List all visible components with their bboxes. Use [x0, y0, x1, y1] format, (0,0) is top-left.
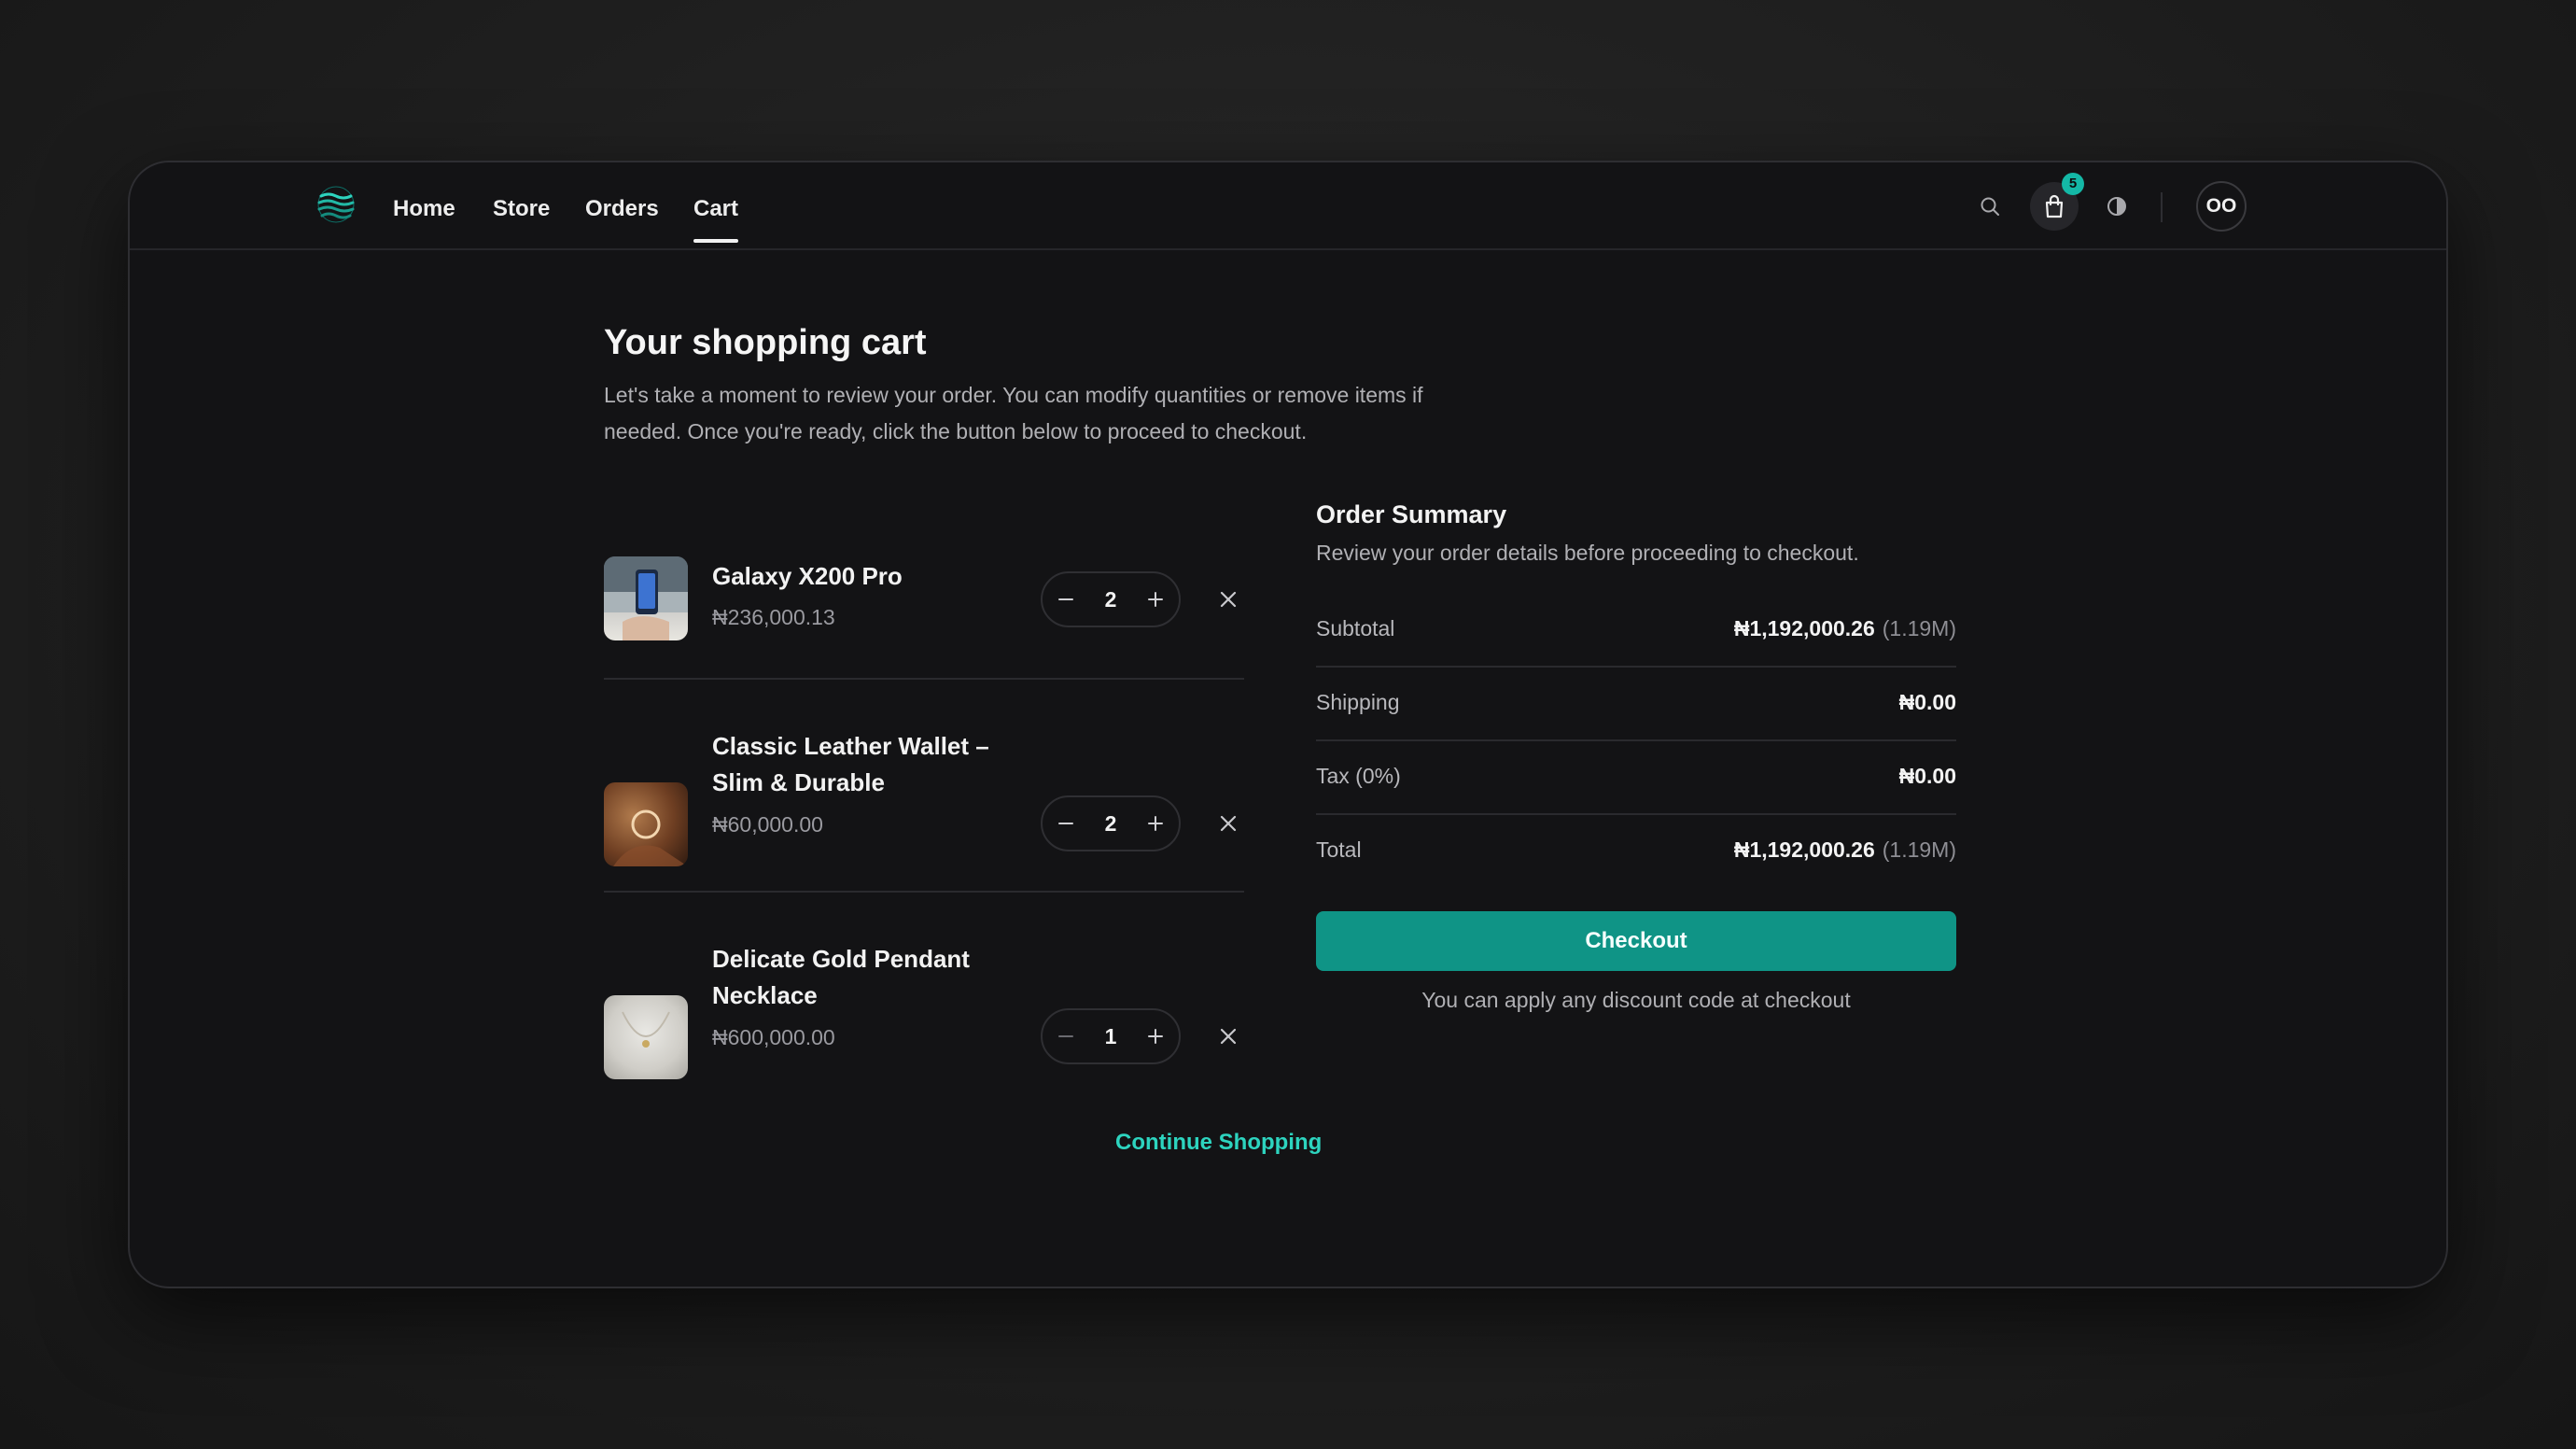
increase-quantity-button[interactable]	[1132, 797, 1179, 850]
summary-label: Total	[1316, 837, 1362, 862]
quantity-value: 1	[1104, 1024, 1117, 1048]
minus-icon	[1058, 598, 1073, 600]
quantity-value: 2	[1104, 811, 1117, 836]
summary-value-compact: (1.19M)	[1882, 616, 1956, 640]
plus-icon	[1148, 592, 1163, 607]
remove-item-button[interactable]	[1214, 1022, 1242, 1050]
item-name: Delicate Gold Pendant Necklace	[712, 945, 970, 1009]
quantity-stepper: 2	[1041, 571, 1181, 627]
decrease-quantity-button[interactable]	[1043, 1010, 1089, 1062]
product-thumbnail[interactable]	[604, 556, 688, 640]
decrease-quantity-button[interactable]	[1043, 573, 1089, 626]
theme-toggle-button[interactable]	[2093, 182, 2141, 231]
nav-divider	[2161, 192, 2163, 222]
quantity-stepper: 2	[1041, 795, 1181, 851]
cart-button[interactable]: 5	[2030, 173, 2084, 231]
item-divider	[604, 891, 1244, 893]
minus-icon	[1058, 823, 1073, 824]
minus-icon	[1058, 1035, 1073, 1037]
search-button[interactable]	[1966, 182, 2014, 231]
summary-label: Tax (0%)	[1316, 764, 1401, 788]
item-price: ₦236,000.13	[712, 605, 835, 629]
item-name: Classic Leather Wallet – Slim & Durable	[712, 732, 989, 796]
order-summary-description: Review your order details before proceed…	[1316, 541, 1859, 565]
checkout-button[interactable]: Checkout	[1316, 911, 1956, 971]
increase-quantity-button[interactable]	[1132, 1010, 1179, 1062]
summary-value: ₦1,192,000.26 (1.19M)	[1733, 837, 1956, 862]
order-summary-title: Order Summary	[1316, 500, 1507, 528]
decrease-quantity-button[interactable]	[1043, 797, 1089, 850]
continue-shopping-link[interactable]: Continue Shopping	[1115, 1130, 1322, 1156]
close-icon	[1220, 1028, 1237, 1045]
nav-store-link[interactable]: Store	[493, 190, 550, 228]
increase-quantity-button[interactable]	[1132, 573, 1179, 626]
summary-value: ₦0.00	[1898, 690, 1956, 714]
remove-item-button[interactable]	[1214, 809, 1242, 837]
item-divider	[604, 678, 1244, 680]
summary-value: ₦0.00	[1898, 764, 1956, 788]
summary-value-compact: (1.19M)	[1882, 837, 1956, 862]
summary-label: Subtotal	[1316, 616, 1395, 640]
page-title: Your shopping cart	[604, 323, 927, 362]
item-price: ₦60,000.00	[712, 812, 823, 837]
nav-cart-link[interactable]: Cart	[693, 190, 739, 243]
summary-value: ₦1,192,000.26 (1.19M)	[1733, 616, 1956, 640]
top-navigation-bar: Home Store Orders Cart 5 OO	[130, 162, 2446, 250]
cart-item: Delicate Gold Pendant Necklace ₦600,000.…	[604, 936, 1244, 1113]
product-thumbnail[interactable]	[604, 995, 688, 1079]
search-icon	[1981, 197, 1999, 216]
remove-item-button[interactable]	[1214, 585, 1242, 613]
item-name: Galaxy X200 Pro	[712, 562, 903, 590]
plus-icon	[1148, 1029, 1163, 1044]
product-thumbnail[interactable]	[604, 782, 688, 866]
summary-row-tax: Tax (0%) ₦0.00	[1316, 741, 1956, 815]
summary-row-shipping: Shipping ₦0.00	[1316, 668, 1956, 741]
close-icon	[1220, 815, 1237, 832]
logo-icon[interactable]	[316, 185, 356, 224]
plus-icon	[1148, 816, 1163, 831]
nav-orders-link[interactable]: Orders	[585, 190, 659, 228]
item-price: ₦600,000.00	[712, 1025, 835, 1049]
summary-row-subtotal: Subtotal ₦1,192,000.26 (1.19M)	[1316, 594, 1956, 668]
app-window: Home Store Orders Cart 5 OO Your shoppin…	[128, 161, 2448, 1288]
leather-item-photo-icon	[613, 809, 688, 866]
quantity-stepper: 1	[1041, 1008, 1181, 1064]
cart-item: Classic Leather Wallet – Slim & Durable …	[604, 723, 1244, 900]
close-icon	[1220, 591, 1237, 608]
theme-toggle-icon	[2107, 197, 2126, 216]
necklace-photo-icon	[622, 1011, 670, 1048]
cart-count-badge: 5	[2062, 173, 2084, 195]
discount-note: You can apply any discount code at check…	[1421, 988, 1851, 1012]
summary-label: Shipping	[1316, 690, 1400, 714]
user-avatar[interactable]: OO	[2196, 181, 2247, 232]
summary-row-total: Total ₦1,192,000.26 (1.19M)	[1316, 815, 1956, 889]
quantity-value: 2	[1104, 587, 1117, 612]
phone-photo-icon	[604, 556, 688, 640]
shopping-bag-icon	[2045, 194, 2064, 218]
nav-home-link[interactable]: Home	[393, 190, 455, 228]
page-description: Let's take a moment to review your order…	[604, 383, 1423, 443]
